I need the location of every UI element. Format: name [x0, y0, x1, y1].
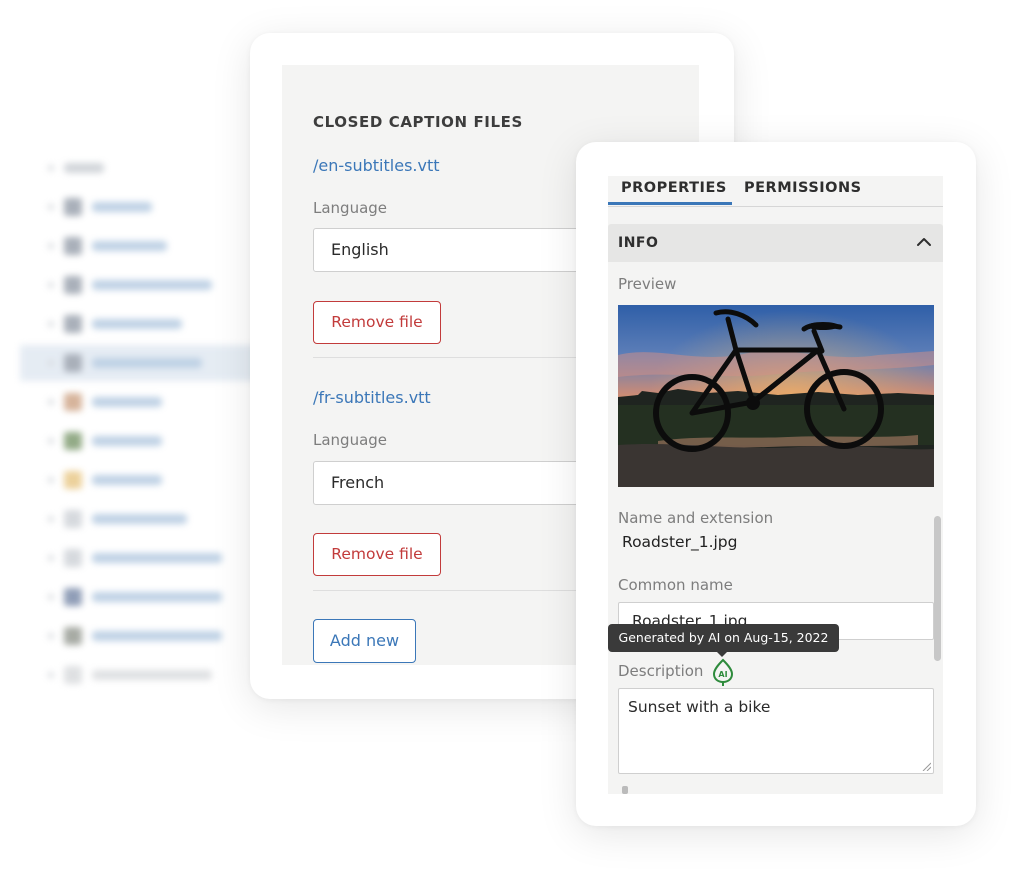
- name-extension-value: Roadster_1.jpg: [622, 533, 738, 551]
- language-select-en[interactable]: English: [313, 228, 613, 272]
- description-label: Description: [618, 662, 704, 680]
- info-section-header[interactable]: INFO: [608, 224, 943, 262]
- language-select-fr[interactable]: French: [313, 461, 613, 505]
- ai-leaf-icon[interactable]: AI: [712, 658, 734, 686]
- caption-file-link-en[interactable]: /en-subtitles.vtt: [313, 156, 440, 175]
- scrollbar[interactable]: [934, 516, 941, 661]
- caption-file-link-fr[interactable]: /fr-subtitles.vtt: [313, 388, 431, 407]
- clipped-label: [622, 786, 628, 794]
- language-label: Language: [313, 431, 388, 449]
- preview-label: Preview: [618, 275, 677, 293]
- remove-file-button-en[interactable]: Remove file: [313, 301, 441, 344]
- closed-caption-title: CLOSED CAPTION FILES: [313, 113, 523, 131]
- description-textarea[interactable]: Sunset with a bike: [618, 688, 934, 774]
- description-value: Sunset with a bike: [628, 698, 771, 716]
- active-tab-indicator: [608, 202, 732, 205]
- common-name-label: Common name: [618, 576, 733, 594]
- preview-image: [618, 305, 934, 487]
- properties-card: PROPERTIES PERMISSIONS INFO Preview Name…: [576, 142, 976, 826]
- tab-properties[interactable]: PROPERTIES: [621, 180, 727, 196]
- chevron-up-icon[interactable]: [915, 233, 933, 251]
- tab-permissions[interactable]: PERMISSIONS: [744, 180, 862, 196]
- tab-bar: PROPERTIES PERMISSIONS: [608, 176, 943, 207]
- ai-icon-text: AI: [718, 670, 727, 679]
- resize-grip-icon[interactable]: [921, 761, 931, 771]
- add-new-button[interactable]: Add new: [313, 619, 416, 663]
- language-label: Language: [313, 199, 388, 217]
- info-section-title: INFO: [618, 235, 659, 251]
- name-extension-label: Name and extension: [618, 509, 774, 527]
- remove-file-button-fr[interactable]: Remove file: [313, 533, 441, 576]
- properties-panel: PROPERTIES PERMISSIONS INFO Preview Name…: [608, 176, 943, 794]
- ai-generated-tooltip: Generated by AI on Aug-15, 2022: [608, 624, 839, 657]
